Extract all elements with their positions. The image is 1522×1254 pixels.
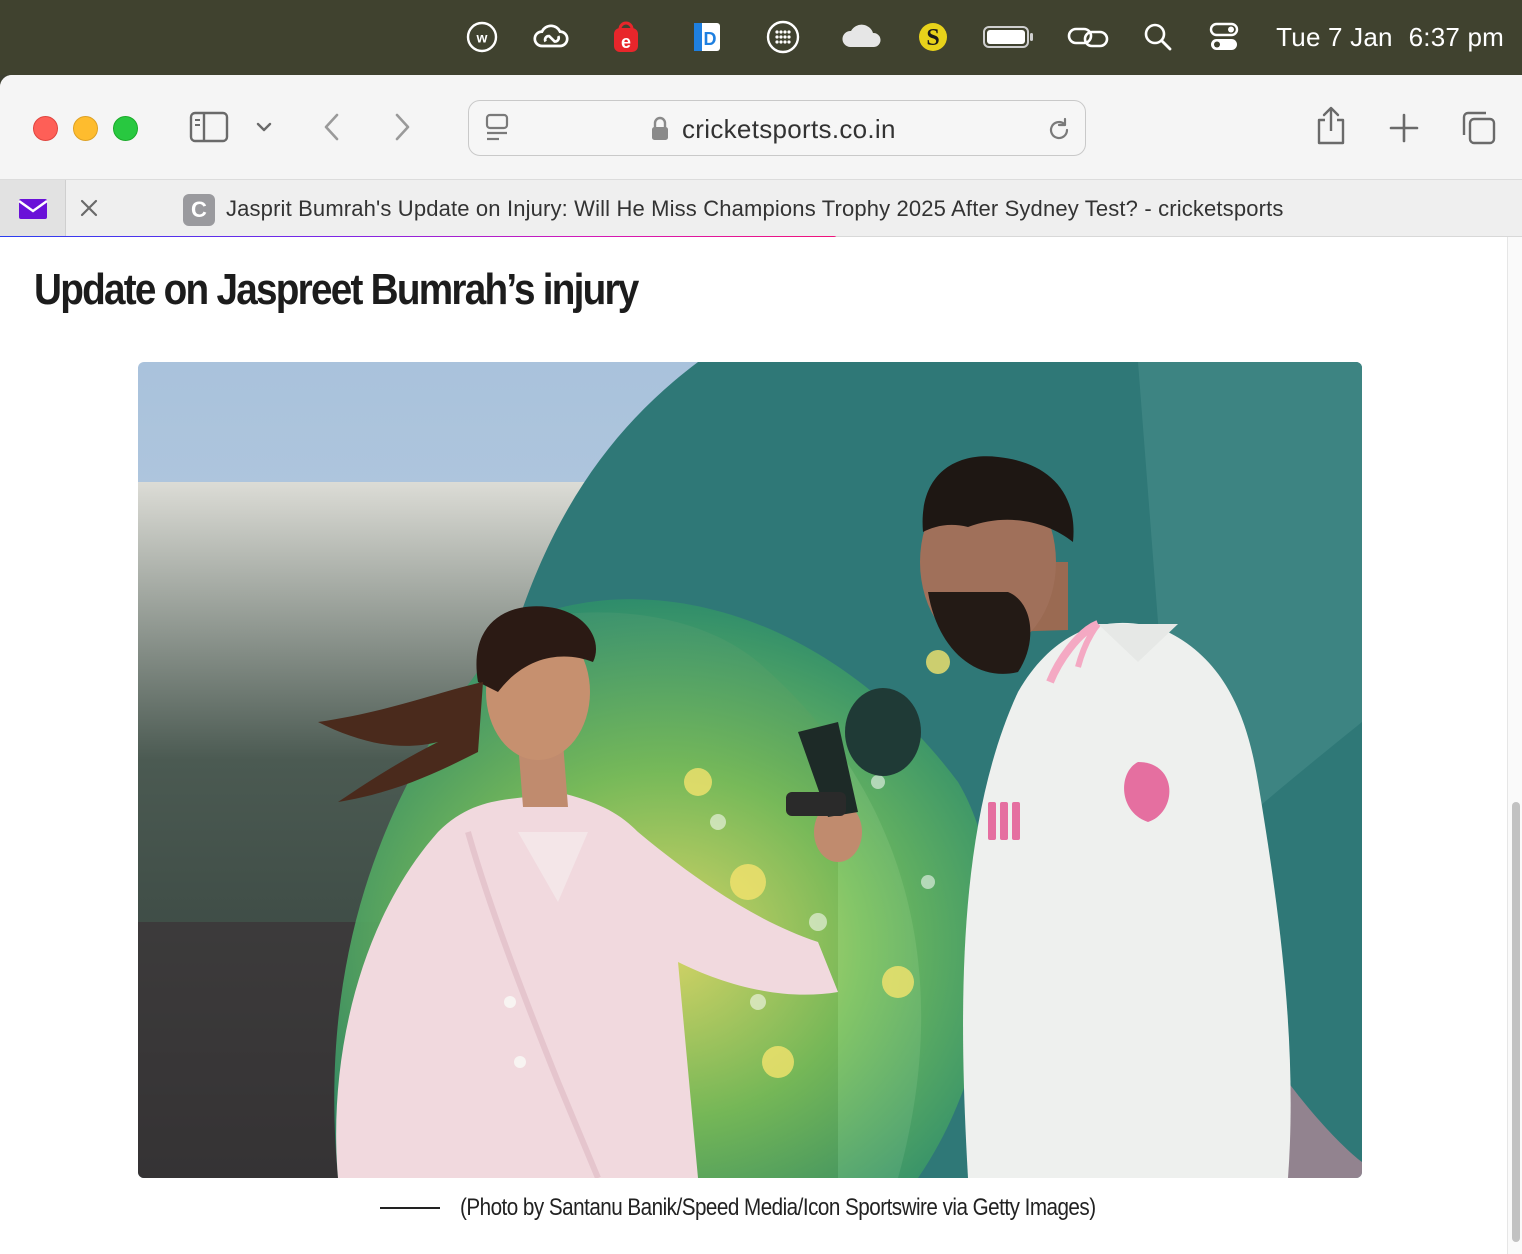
whatsapp-web-icon[interactable]: w bbox=[464, 19, 500, 55]
plus-icon bbox=[1389, 113, 1419, 143]
share-button[interactable] bbox=[1311, 103, 1351, 149]
onedrive-cloud-icon[interactable] bbox=[840, 19, 884, 55]
sidebar-toggle-button[interactable] bbox=[187, 109, 231, 145]
photo-caption: (Photo by Santanu Banik/Speed Media/Icon… bbox=[380, 1190, 1199, 1226]
close-icon bbox=[80, 199, 98, 217]
chevron-right-icon bbox=[395, 113, 410, 141]
e-app-icon[interactable]: e bbox=[608, 19, 644, 55]
caption-divider bbox=[380, 1207, 440, 1209]
tab-bar: C Jasprit Bumrah's Update on Injury: Wil… bbox=[0, 179, 1522, 237]
tab-favicon: C bbox=[183, 194, 215, 226]
tab-group-menu-button[interactable] bbox=[251, 115, 277, 139]
lock-icon bbox=[650, 116, 670, 147]
reload-button[interactable] bbox=[1043, 114, 1075, 146]
window-maximize-button[interactable] bbox=[113, 116, 138, 141]
window-minimize-button[interactable] bbox=[73, 116, 98, 141]
browser-toolbar: cricketsports.co.in bbox=[0, 75, 1522, 179]
grid-dots-icon[interactable] bbox=[765, 19, 801, 55]
control-center-icon[interactable] bbox=[1206, 19, 1242, 55]
back-button[interactable] bbox=[316, 109, 348, 145]
sidebar-icon bbox=[189, 111, 229, 143]
article-photo bbox=[138, 362, 1362, 1178]
caption-text: (Photo by Santanu Banik/Speed Media/Icon… bbox=[460, 1194, 1096, 1221]
tab-overview-icon bbox=[1462, 111, 1496, 145]
page-scrollbar-thumb[interactable] bbox=[1512, 802, 1520, 1242]
share-icon bbox=[1317, 106, 1345, 145]
menu-bar-clock[interactable]: Tue 7 Jan 6:37 pm bbox=[1276, 20, 1504, 54]
reload-icon bbox=[1049, 117, 1069, 140]
menu-bar-date: Tue 7 Jan bbox=[1276, 21, 1393, 52]
s-app-icon[interactable]: S bbox=[915, 19, 951, 55]
menu-bar: w e D S Tue 7 Jan 6:37 pm bbox=[0, 0, 1522, 75]
battery-icon[interactable] bbox=[982, 19, 1034, 55]
dictionary-app-icon[interactable]: D bbox=[689, 19, 725, 55]
creative-cloud-icon[interactable] bbox=[533, 19, 569, 55]
spotlight-search-icon[interactable] bbox=[1140, 19, 1176, 55]
tab-title[interactable]: Jasprit Bumrah's Update on Injury: Will … bbox=[226, 196, 1283, 222]
svg-text:w: w bbox=[476, 30, 488, 46]
tab-overview-button[interactable] bbox=[1458, 107, 1500, 149]
chevron-down-icon bbox=[256, 122, 272, 132]
menu-bar-time: 6:37 pm bbox=[1408, 21, 1504, 52]
address-bar[interactable]: cricketsports.co.in bbox=[468, 100, 1086, 156]
page-menu-button[interactable] bbox=[481, 112, 513, 144]
address-url[interactable]: cricketsports.co.in bbox=[682, 114, 896, 145]
new-tab-button[interactable] bbox=[1385, 109, 1423, 147]
pinned-tab-mail[interactable] bbox=[0, 180, 66, 237]
web-page-content: Update on Jaspreet Bumrah’s injury (Phot… bbox=[0, 237, 1507, 1254]
article-heading: Update on Jaspreet Bumrah’s injury bbox=[34, 265, 639, 314]
chevron-left-icon bbox=[324, 113, 339, 141]
mail-icon bbox=[17, 198, 48, 219]
reader-page-icon bbox=[485, 113, 509, 141]
browser-window: cricketsports.co.in C Jasprit Bumrah's U… bbox=[0, 75, 1522, 1254]
svg-text:S: S bbox=[926, 25, 939, 51]
window-close-button[interactable] bbox=[33, 116, 58, 141]
tab-close-button[interactable] bbox=[76, 195, 102, 221]
link-icon[interactable] bbox=[1066, 19, 1110, 55]
svg-text:e: e bbox=[621, 32, 631, 52]
svg-text:D: D bbox=[704, 29, 717, 49]
forward-button[interactable] bbox=[386, 109, 418, 145]
